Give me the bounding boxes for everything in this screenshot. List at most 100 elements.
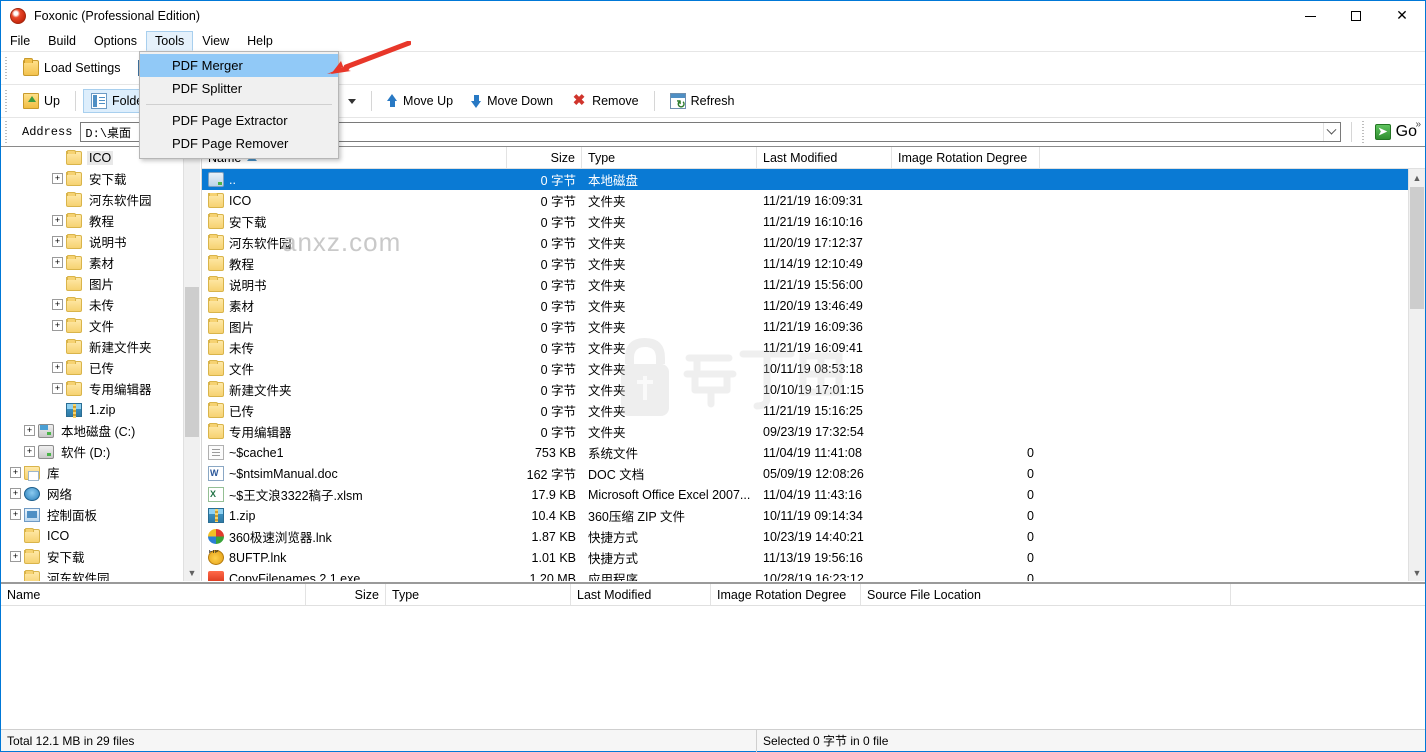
toolbar-grip[interactable] bbox=[4, 57, 10, 79]
tree-node[interactable]: + 已传 bbox=[1, 357, 183, 378]
tree-node[interactable]: + 控制面板 bbox=[1, 504, 183, 525]
tree-node[interactable]: 图片 bbox=[1, 273, 183, 294]
file-row[interactable]: CopyFilenames 2.1.exe 1.20 MB 应用程序 10/28/19… bbox=[202, 568, 1425, 581]
output-column-header-type[interactable]: Type bbox=[386, 584, 571, 605]
file-row[interactable]: 未传 0 字节 文件夹 11/21/19 16:09:41 bbox=[202, 337, 1425, 358]
refresh-button[interactable]: Refresh bbox=[662, 89, 743, 113]
file-row[interactable]: .. 0 字节 本地磁盘 bbox=[202, 169, 1425, 190]
tree-expand-icon[interactable]: + bbox=[10, 509, 21, 520]
tree-node[interactable]: + 本地磁盘 (C:) bbox=[1, 420, 183, 441]
tree-vertical-scrollbar[interactable]: ▲ ▼ bbox=[183, 147, 200, 581]
column-header-rotation[interactable]: Image Rotation Degree bbox=[892, 147, 1040, 168]
menu-item-pdf-splitter[interactable]: PDF Splitter bbox=[140, 77, 338, 100]
output-column-header-rotation[interactable]: Image Rotation Degree bbox=[711, 584, 861, 605]
output-list-rows[interactable] bbox=[1, 606, 1425, 729]
menu-help[interactable]: Help bbox=[238, 31, 282, 51]
output-column-header-name[interactable]: Name bbox=[1, 584, 306, 605]
tree-node[interactable]: + 说明书 bbox=[1, 231, 183, 252]
file-row[interactable]: 新建文件夹 0 字节 文件夹 10/10/19 17:01:15 bbox=[202, 379, 1425, 400]
menu-options[interactable]: Options bbox=[85, 31, 146, 51]
column-header-modified[interactable]: Last Modified bbox=[757, 147, 892, 168]
scrollbar-thumb[interactable] bbox=[1410, 187, 1424, 309]
tree-node[interactable]: 新建文件夹 bbox=[1, 336, 183, 357]
folder-tree[interactable]: ICO + 安下载 河东软件园 + 教程 + 说明书 + 素材 图片 + 未传 + 文件 新建文件夹 + 已传 + 专… bbox=[1, 147, 183, 581]
load-settings-button[interactable]: Load Settings bbox=[15, 56, 128, 80]
menu-build[interactable]: Build bbox=[39, 31, 85, 51]
menu-item-pdf-page-extractor[interactable]: PDF Page Extractor bbox=[140, 109, 338, 132]
file-row[interactable]: ICO 0 字节 文件夹 11/21/19 16:09:31 bbox=[202, 190, 1425, 211]
tree-node[interactable]: + 素材 bbox=[1, 252, 183, 273]
file-row[interactable]: 图片 0 字节 文件夹 11/21/19 16:09:36 bbox=[202, 316, 1425, 337]
tree-node[interactable]: 1.zip bbox=[1, 399, 183, 420]
address-grip[interactable] bbox=[4, 121, 10, 143]
menu-view[interactable]: View bbox=[193, 31, 238, 51]
tree-expand-icon[interactable]: + bbox=[10, 488, 21, 499]
file-row[interactable]: 文件 0 字节 文件夹 10/11/19 08:53:18 bbox=[202, 358, 1425, 379]
file-list-vertical-scrollbar[interactable]: ▲ ▼ bbox=[1408, 169, 1425, 581]
tree-expand-icon[interactable]: + bbox=[52, 299, 63, 310]
tree-expand-icon[interactable]: + bbox=[52, 257, 63, 268]
tree-node[interactable]: + 安下载 bbox=[1, 168, 183, 189]
scroll-down-icon[interactable]: ▼ bbox=[184, 564, 200, 581]
file-list-rows[interactable]: anxz.com .. 0 字节 本地磁盘 ICO 0 字节 文件夹 11/21/19 16… bbox=[202, 169, 1425, 581]
tools-dropdown-menu[interactable]: PDF Merger PDF Splitter PDF Page Extractor… bbox=[139, 51, 339, 159]
tree-expand-icon[interactable]: + bbox=[24, 425, 35, 436]
output-column-header-source[interactable]: Source File Location bbox=[861, 584, 1231, 605]
tree-node[interactable]: + 网络 bbox=[1, 483, 183, 504]
file-row[interactable]: 1.zip 10.4 KB 360压缩 ZIP 文件 10/11/19 09:14:3… bbox=[202, 505, 1425, 526]
tree-node[interactable]: ICO bbox=[1, 525, 183, 546]
menu-item-pdf-page-remover[interactable]: PDF Page Remover bbox=[140, 132, 338, 155]
file-row[interactable]: ~$cache1 753 KB 系统文件 11/04/19 11:41:08 0 bbox=[202, 442, 1425, 463]
file-cell-size: 753 KB bbox=[534, 445, 576, 460]
minimize-button[interactable] bbox=[1287, 1, 1333, 31]
scrollbar-thumb[interactable] bbox=[185, 287, 199, 437]
file-row[interactable]: ~$王文浪3322稿子.xlsm 17.9 KB Microsoft Office … bbox=[202, 484, 1425, 505]
column-header-size[interactable]: Size bbox=[507, 147, 582, 168]
file-row[interactable]: 已传 0 字节 文件夹 11/21/19 15:16:25 bbox=[202, 400, 1425, 421]
file-row[interactable]: 素材 0 字节 文件夹 11/20/19 13:46:49 bbox=[202, 295, 1425, 316]
tree-node[interactable]: + 库 bbox=[1, 462, 183, 483]
file-cell-name: 图片 bbox=[202, 317, 507, 336]
maximize-button[interactable] bbox=[1333, 1, 1379, 31]
tree-node[interactable]: 河东软件园 bbox=[1, 567, 183, 581]
address-dropdown-button[interactable] bbox=[1322, 123, 1340, 141]
scroll-up-icon[interactable]: ▲ bbox=[1409, 169, 1425, 186]
column-header-type[interactable]: Type bbox=[582, 147, 757, 168]
output-column-header-spare[interactable] bbox=[1231, 584, 1426, 605]
tree-node[interactable]: + 未传 bbox=[1, 294, 183, 315]
tree-node[interactable]: + 文件 bbox=[1, 315, 183, 336]
file-row[interactable]: 专用编辑器 0 字节 文件夹 09/23/19 17:32:54 bbox=[202, 421, 1425, 442]
output-column-header-modified[interactable]: Last Modified bbox=[571, 584, 711, 605]
toolbar-grip-2[interactable] bbox=[4, 90, 10, 112]
file-row[interactable]: 8UFTP.lnk 1.01 KB 快捷方式 11/13/19 19:56:16 0 bbox=[202, 547, 1425, 568]
move-up-button[interactable]: Move Up bbox=[379, 89, 461, 113]
tree-expand-icon[interactable]: + bbox=[52, 173, 63, 184]
tree-expand-icon[interactable]: + bbox=[52, 362, 63, 373]
close-button[interactable]: ✕ bbox=[1379, 1, 1425, 31]
scroll-down-icon[interactable]: ▼ bbox=[1409, 564, 1425, 581]
output-column-header-size[interactable]: Size bbox=[306, 584, 386, 605]
tree-node[interactable]: + 安下载 bbox=[1, 546, 183, 567]
tree-node[interactable]: 河东软件园 bbox=[1, 189, 183, 210]
file-row[interactable]: 说明书 0 字节 文件夹 11/21/19 15:56:00 bbox=[202, 274, 1425, 295]
file-row[interactable]: 360极速浏览器.lnk 1.87 KB 快捷方式 10/23/19 14:40:21… bbox=[202, 526, 1425, 547]
go-grip[interactable] bbox=[1360, 121, 1367, 143]
up-button[interactable]: Up bbox=[15, 89, 68, 113]
remove-button[interactable]: ✖ Remove bbox=[563, 89, 647, 113]
toolbar-overflow-button[interactable]: » bbox=[1415, 119, 1421, 130]
tree-expand-icon[interactable]: + bbox=[10, 551, 21, 562]
menu-file[interactable]: File bbox=[1, 31, 39, 51]
tree-expand-icon[interactable]: + bbox=[52, 215, 63, 226]
tree-expand-icon[interactable]: + bbox=[24, 446, 35, 457]
tree-expand-icon[interactable]: + bbox=[52, 320, 63, 331]
move-down-button[interactable]: Move Down bbox=[463, 89, 561, 113]
menu-tools[interactable]: Tools bbox=[146, 31, 194, 51]
menu-item-pdf-merger[interactable]: PDF Merger bbox=[140, 54, 338, 77]
tree-expand-icon[interactable]: + bbox=[10, 467, 21, 478]
tree-node[interactable]: + 专用编辑器 bbox=[1, 378, 183, 399]
tree-node[interactable]: + 软件 (D:) bbox=[1, 441, 183, 462]
file-row[interactable]: ~$ntsimManual.doc 162 字节 DOC 文档 05/09/19 12… bbox=[202, 463, 1425, 484]
tree-expand-icon[interactable]: + bbox=[52, 383, 63, 394]
tree-expand-icon[interactable]: + bbox=[52, 236, 63, 247]
tree-node[interactable]: + 教程 bbox=[1, 210, 183, 231]
